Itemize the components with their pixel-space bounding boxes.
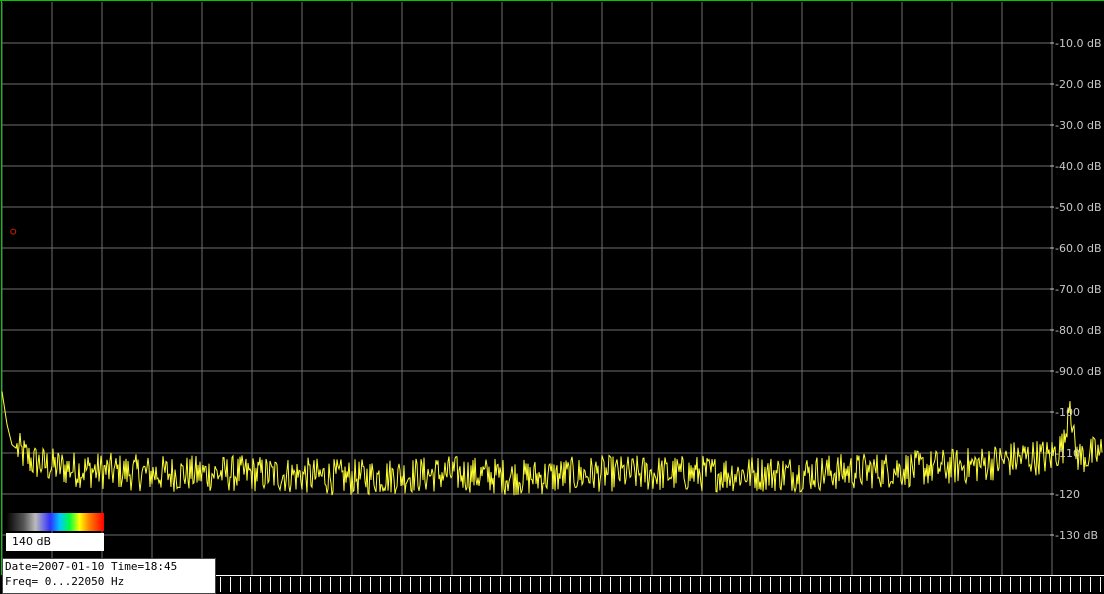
y-tick-label: -20.0 dB [1055,78,1102,91]
y-tick-label: -70.0 dB [1055,283,1102,296]
color-scale-gradient [6,513,104,531]
color-scale-range-label: 140 dB [6,533,104,551]
grid [1,2,1053,575]
marker-layer [10,228,17,235]
y-axis-labels: -10.0 dB -20.0 dB -30.0 dB -40.0 dB -50.0 dB… [1050,37,1102,542]
y-tick-label: -110 [1055,447,1080,460]
y-tick-label: -40.0 dB [1055,160,1102,173]
frequency-ticks [215,575,1104,592]
y-tick-label: -100 [1055,406,1080,419]
info-box: Date=2007-01-10 Time=18:45 Freq= 0...220… [2,558,216,594]
y-tick-label: -30.0 dB [1055,119,1102,132]
frequency-range-readout: Freq= 0...22050 Hz [5,575,125,588]
spectrum-view[interactable]: -10.0 dB -20.0 dB -30.0 dB -40.0 dB -50.0 dB… [0,0,1104,594]
y-tick-label: -60.0 dB [1055,242,1102,255]
y-tick-label: -90.0 dB [1055,365,1102,378]
frequency-marker[interactable] [10,228,17,235]
y-tick-label: -10.0 dB [1055,37,1102,50]
y-tick-label: -120 [1055,488,1080,501]
color-scale: 140 dB [4,513,104,553]
y-tick-label: -80.0 dB [1055,324,1102,337]
date-time-readout: Date=2007-01-10 Time=18:45 [5,560,178,573]
y-tick-label: -50.0 dB [1055,201,1102,214]
y-tick-label: -130 dB [1055,529,1098,542]
spectrum-plot[interactable]: -10.0 dB -20.0 dB -30.0 dB -40.0 dB -50.0 dB… [0,0,1104,594]
